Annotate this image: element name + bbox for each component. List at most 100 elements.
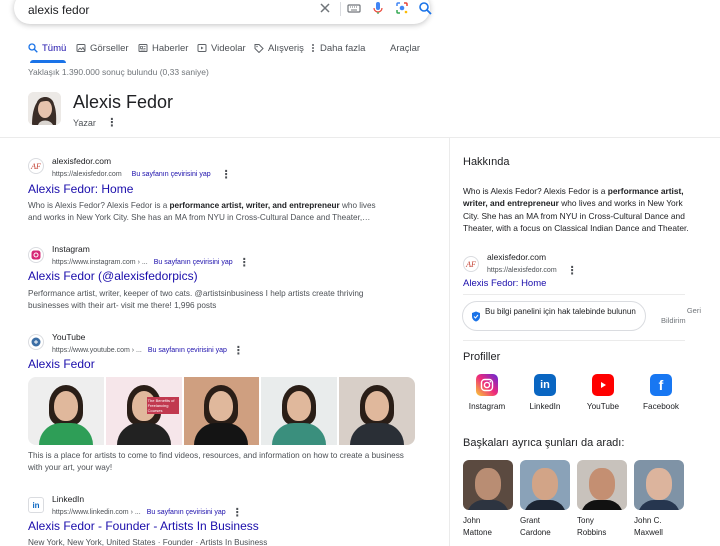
search-box[interactable]: alexis fedor — [14, 0, 432, 24]
source-site: alexisfedor.com — [487, 252, 547, 262]
tab-label: Görseller — [90, 42, 129, 54]
linkedin-icon: in — [534, 374, 556, 396]
more-options-icon[interactable]: ⋮ — [567, 264, 578, 277]
tab-news[interactable]: Haberler — [138, 40, 188, 56]
thumb-caption: The Benefits of Freelancing Courses — [146, 397, 179, 414]
profile-label: Instagram — [468, 402, 506, 411]
feedback-link[interactable]: Geri Bildirim — [661, 306, 701, 326]
profile-instagram[interactable]: Instagram — [465, 374, 509, 411]
person-name: John C. Maxwell — [634, 516, 663, 537]
linkedin-favicon: in — [28, 497, 44, 513]
video-thumbnail[interactable]: The Benefits of Freelancing Courses — [105, 377, 182, 445]
video-thumbnail[interactable] — [339, 377, 415, 445]
instagram-favicon — [28, 247, 44, 263]
tab-label: Daha fazla — [320, 42, 366, 54]
tag-icon — [254, 44, 264, 53]
more-options-icon[interactable]: ⋮ — [221, 168, 232, 181]
tab-shopping[interactable]: Alışveriş — [254, 40, 304, 56]
site-name: alexisfedor.com — [52, 156, 112, 166]
claim-label: Bu bilgi panelini için hak talebinde bul… — [485, 307, 636, 316]
source-url: https://alexisfedor.com — [487, 267, 557, 274]
clear-icon[interactable] — [318, 1, 332, 15]
site-url: https://www.instagram.com › ... — [52, 259, 148, 266]
instagram-icon — [476, 374, 498, 396]
url-line: https://www.youtube.com › ... Bu sayfanı… — [52, 344, 244, 357]
person-card[interactable]: John C. Maxwell — [634, 460, 684, 539]
site-name: YouTube — [52, 332, 86, 342]
portrait-image — [28, 92, 61, 125]
person-photo — [520, 460, 570, 510]
translate-link[interactable]: Bu sayfanın çevirisini yap — [147, 509, 226, 516]
tab-all[interactable]: Tümü — [28, 40, 66, 56]
video-thumbnail[interactable] — [261, 377, 338, 445]
translate-link[interactable]: Bu sayfanın çevirisini yap — [132, 171, 211, 178]
profile-label: YouTube — [586, 402, 620, 411]
lens-icon[interactable] — [395, 1, 409, 15]
person-card[interactable]: Tony Robbins — [577, 460, 627, 539]
entity-photo[interactable] — [28, 92, 61, 125]
person-name: Grant Cardone — [520, 516, 551, 537]
translate-link[interactable]: Bu sayfanın çevirisini yap — [148, 347, 227, 354]
site-url: https://alexisfedor.com — [52, 171, 122, 178]
search-divider — [340, 2, 341, 16]
tab-label: Videolar — [211, 42, 246, 54]
play-icon — [197, 44, 207, 52]
more-vert-icon — [312, 44, 314, 52]
person-name: Tony Robbins — [577, 516, 607, 537]
tools-button[interactable]: Araçlar — [390, 40, 420, 56]
url-line: https://alexisfedor.com Bu sayfanın çevi… — [52, 168, 232, 181]
site-name: Instagram — [52, 244, 90, 254]
verified-icon — [472, 311, 480, 322]
profiles-heading: Profiller — [463, 351, 501, 363]
result-title[interactable]: Alexis Fedor: Home — [28, 182, 133, 196]
claim-panel-button[interactable]: Bu bilgi panelini için hak talebinde bul… — [462, 301, 646, 331]
result-title[interactable]: Alexis Fedor — [28, 357, 95, 371]
more-options-icon[interactable]: ⋮ — [239, 256, 250, 269]
active-tab-indicator — [30, 60, 66, 63]
search-input[interactable]: alexis fedor — [28, 3, 89, 17]
person-name: John Mattone — [463, 516, 492, 537]
entity-title: Alexis Fedor — [73, 92, 174, 112]
result-title[interactable]: Alexis Fedor - Founder - Artists In Busi… — [28, 519, 259, 533]
profile-facebook[interactable]: f Facebook — [639, 374, 683, 411]
microphone-icon[interactable] — [371, 1, 385, 15]
translate-link[interactable]: Bu sayfanın çevirisini yap — [154, 259, 233, 266]
tab-label: Tümü — [42, 42, 67, 54]
people-also-searched-heading: Başkaları ayrıca şunları da aradı: — [463, 437, 625, 449]
source-url-line: https://alexisfedor.com ⋮ — [487, 264, 578, 277]
site-name: LinkedIn — [52, 494, 85, 504]
source-link[interactable]: Alexis Fedor: Home — [463, 278, 546, 289]
tab-videos[interactable]: Videolar — [197, 40, 246, 56]
about-text: Who is Alexis Fedor? Alexis Fedor is a p… — [463, 186, 689, 233]
site-url: https://www.linkedin.com › ... — [52, 509, 141, 516]
more-options-icon[interactable]: ⋮ — [106, 117, 117, 129]
panel-separator — [463, 294, 685, 295]
entity-subtitle: Yazar ⋮ — [73, 116, 117, 129]
profile-label: Facebook — [643, 402, 679, 411]
alexisfedor-favicon: AF — [463, 256, 479, 272]
profile-label: LinkedIn — [529, 402, 561, 411]
tab-more[interactable]: Daha fazla — [310, 40, 365, 56]
tools-label: Araçlar — [390, 42, 421, 54]
video-thumbnail-strip[interactable]: The Benefits of Freelancing Courses — [28, 377, 415, 445]
url-line: https://www.linkedin.com › ... Bu sayfan… — [52, 506, 243, 519]
profile-linkedin[interactable]: in LinkedIn — [523, 374, 567, 411]
video-thumbnail[interactable] — [183, 377, 260, 445]
about-heading: Hakkında — [463, 156, 510, 168]
keyboard-icon[interactable] — [347, 1, 361, 15]
person-card[interactable]: John Mattone — [463, 460, 513, 539]
search-icon[interactable] — [418, 1, 432, 15]
result-title[interactable]: Alexis Fedor (@alexisfedorpics) — [28, 269, 198, 283]
image-icon — [76, 44, 86, 52]
url-line: https://www.instagram.com › ... Bu sayfa… — [52, 256, 250, 269]
result-snippet: New York, New York, United States · Foun… — [28, 538, 268, 546]
panel-divider — [449, 138, 450, 546]
result-snippet: Performance artist, writer, keeper of tw… — [28, 289, 364, 310]
more-options-icon[interactable]: ⋮ — [233, 344, 244, 357]
alexisfedor-favicon: AF — [28, 158, 44, 174]
profile-youtube[interactable]: YouTube — [581, 374, 625, 411]
person-card[interactable]: Grant Cardone — [520, 460, 570, 539]
more-options-icon[interactable]: ⋮ — [232, 506, 243, 519]
video-thumbnail[interactable] — [28, 377, 104, 445]
tab-images[interactable]: Görseller — [76, 40, 129, 56]
